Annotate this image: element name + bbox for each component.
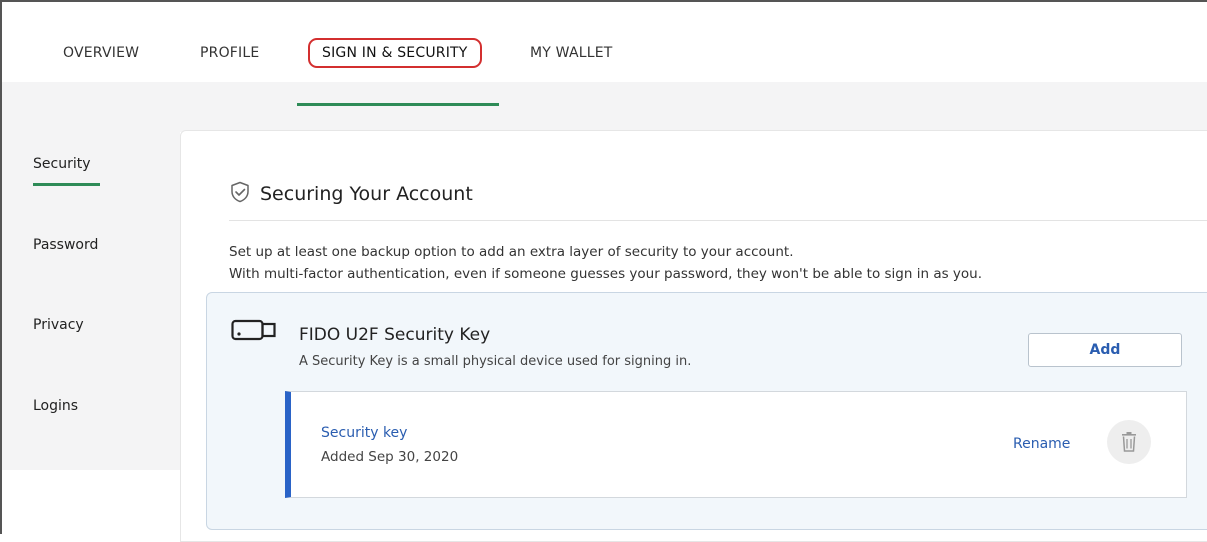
content-background (2, 82, 1207, 132)
description-line-1: Set up at least one backup option to add… (229, 244, 794, 260)
security-description: Set up at least one backup option to add… (229, 241, 982, 285)
add-security-key-button[interactable]: Add (1028, 333, 1182, 367)
description-line-2: With multi-factor authentication, even i… (229, 266, 983, 282)
tab-bar (2, 2, 1207, 82)
sidebar-item-logins[interactable]: Logins (33, 398, 78, 414)
page-title: Securing Your Account (260, 183, 473, 205)
fido-subtitle: A Security Key is a small physical devic… (299, 354, 692, 369)
sidebar-active-indicator (33, 183, 100, 186)
shield-check-icon (231, 181, 249, 203)
tab-profile[interactable]: PROFILE (200, 45, 259, 61)
tab-sign-in-security[interactable]: SIGN IN & SECURITY (308, 38, 482, 68)
sidebar-item-privacy[interactable]: Privacy (33, 317, 84, 333)
usb-key-icon (231, 319, 276, 341)
tab-my-wallet[interactable]: MY WALLET (530, 45, 613, 61)
tab-overview[interactable]: OVERVIEW (63, 45, 139, 61)
sidebar-item-password[interactable]: Password (33, 237, 98, 253)
sidebar-item-security[interactable]: Security (33, 156, 91, 172)
divider (229, 220, 1207, 221)
active-tab-indicator (297, 103, 499, 106)
trash-icon (1122, 432, 1136, 452)
delete-key-button[interactable] (1107, 420, 1151, 464)
security-key-added-date: Added Sep 30, 2020 (321, 449, 459, 465)
fido-title: FIDO U2F Security Key (299, 325, 491, 345)
security-key-name[interactable]: Security key (321, 425, 407, 441)
rename-key-link[interactable]: Rename (1013, 436, 1070, 452)
